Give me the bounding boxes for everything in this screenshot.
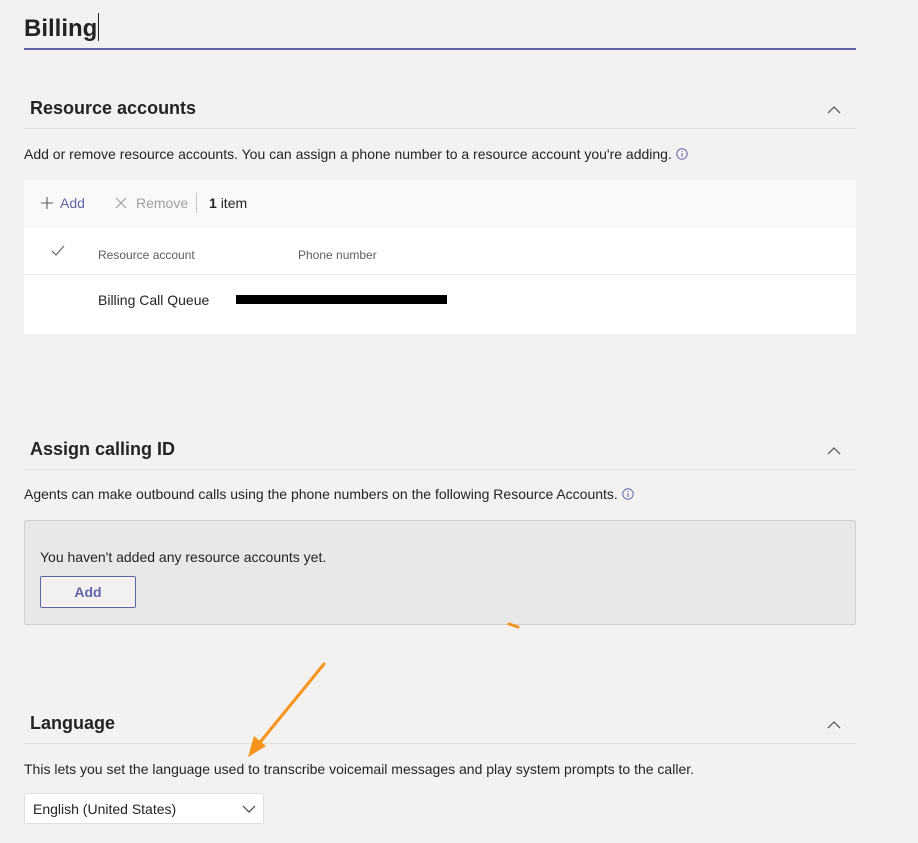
resource-account-cell: Billing Call Queue bbox=[98, 292, 210, 308]
resource-accounts-heading: Resource accounts bbox=[30, 98, 197, 118]
chevron-up-icon[interactable] bbox=[826, 717, 842, 733]
resource-accounts-description: Add or remove resource accounts. You can… bbox=[24, 146, 688, 162]
language-header: Language bbox=[24, 705, 856, 744]
chevron-down-icon bbox=[242, 805, 256, 813]
column-header-resource-account[interactable]: Resource account bbox=[98, 248, 195, 262]
chevron-up-icon[interactable] bbox=[826, 102, 842, 118]
resource-accounts-table: Resource account Phone number Billing Ca… bbox=[24, 228, 856, 334]
checkmark-icon[interactable] bbox=[51, 245, 65, 257]
column-header-phone-number[interactable]: Phone number bbox=[298, 248, 377, 262]
calling-id-heading: Assign calling ID bbox=[30, 439, 176, 459]
page-title: Billing bbox=[24, 15, 98, 42]
plus-icon bbox=[41, 197, 53, 209]
language-heading: Language bbox=[30, 713, 116, 733]
add-calling-id-button[interactable]: Add bbox=[40, 576, 136, 608]
resource-accounts-header: Resource accounts bbox=[24, 90, 856, 129]
item-count: 1 item bbox=[209, 195, 248, 211]
page-title-field[interactable]: Billing bbox=[24, 12, 856, 50]
language-selected-value: English (United States) bbox=[33, 801, 177, 817]
info-icon[interactable] bbox=[676, 148, 688, 160]
empty-message: You haven't added any resource accounts … bbox=[40, 549, 327, 565]
calling-id-empty-state: You haven't added any resource accounts … bbox=[24, 520, 856, 625]
redacted-phone-number bbox=[236, 295, 447, 304]
resource-accounts-toolbar: Add Remove 1 item bbox=[24, 180, 856, 228]
remove-label: Remove bbox=[136, 195, 189, 211]
chevron-up-icon[interactable] bbox=[826, 443, 842, 459]
close-icon bbox=[115, 197, 127, 209]
language-dropdown[interactable]: English (United States) bbox=[24, 793, 264, 824]
add-resource-account-button[interactable]: Add bbox=[40, 195, 85, 211]
language-description: This lets you set the language used to t… bbox=[24, 761, 695, 777]
text-cursor bbox=[98, 13, 100, 41]
calling-id-header: Assign calling ID bbox=[24, 431, 856, 470]
info-icon[interactable] bbox=[622, 488, 634, 500]
remove-resource-account-button[interactable]: Remove bbox=[114, 195, 188, 211]
calling-id-description: Agents can make outbound calls using the… bbox=[24, 486, 634, 502]
toolbar-divider bbox=[196, 193, 197, 213]
header-divider bbox=[24, 274, 856, 275]
add-label: Add bbox=[60, 195, 85, 211]
